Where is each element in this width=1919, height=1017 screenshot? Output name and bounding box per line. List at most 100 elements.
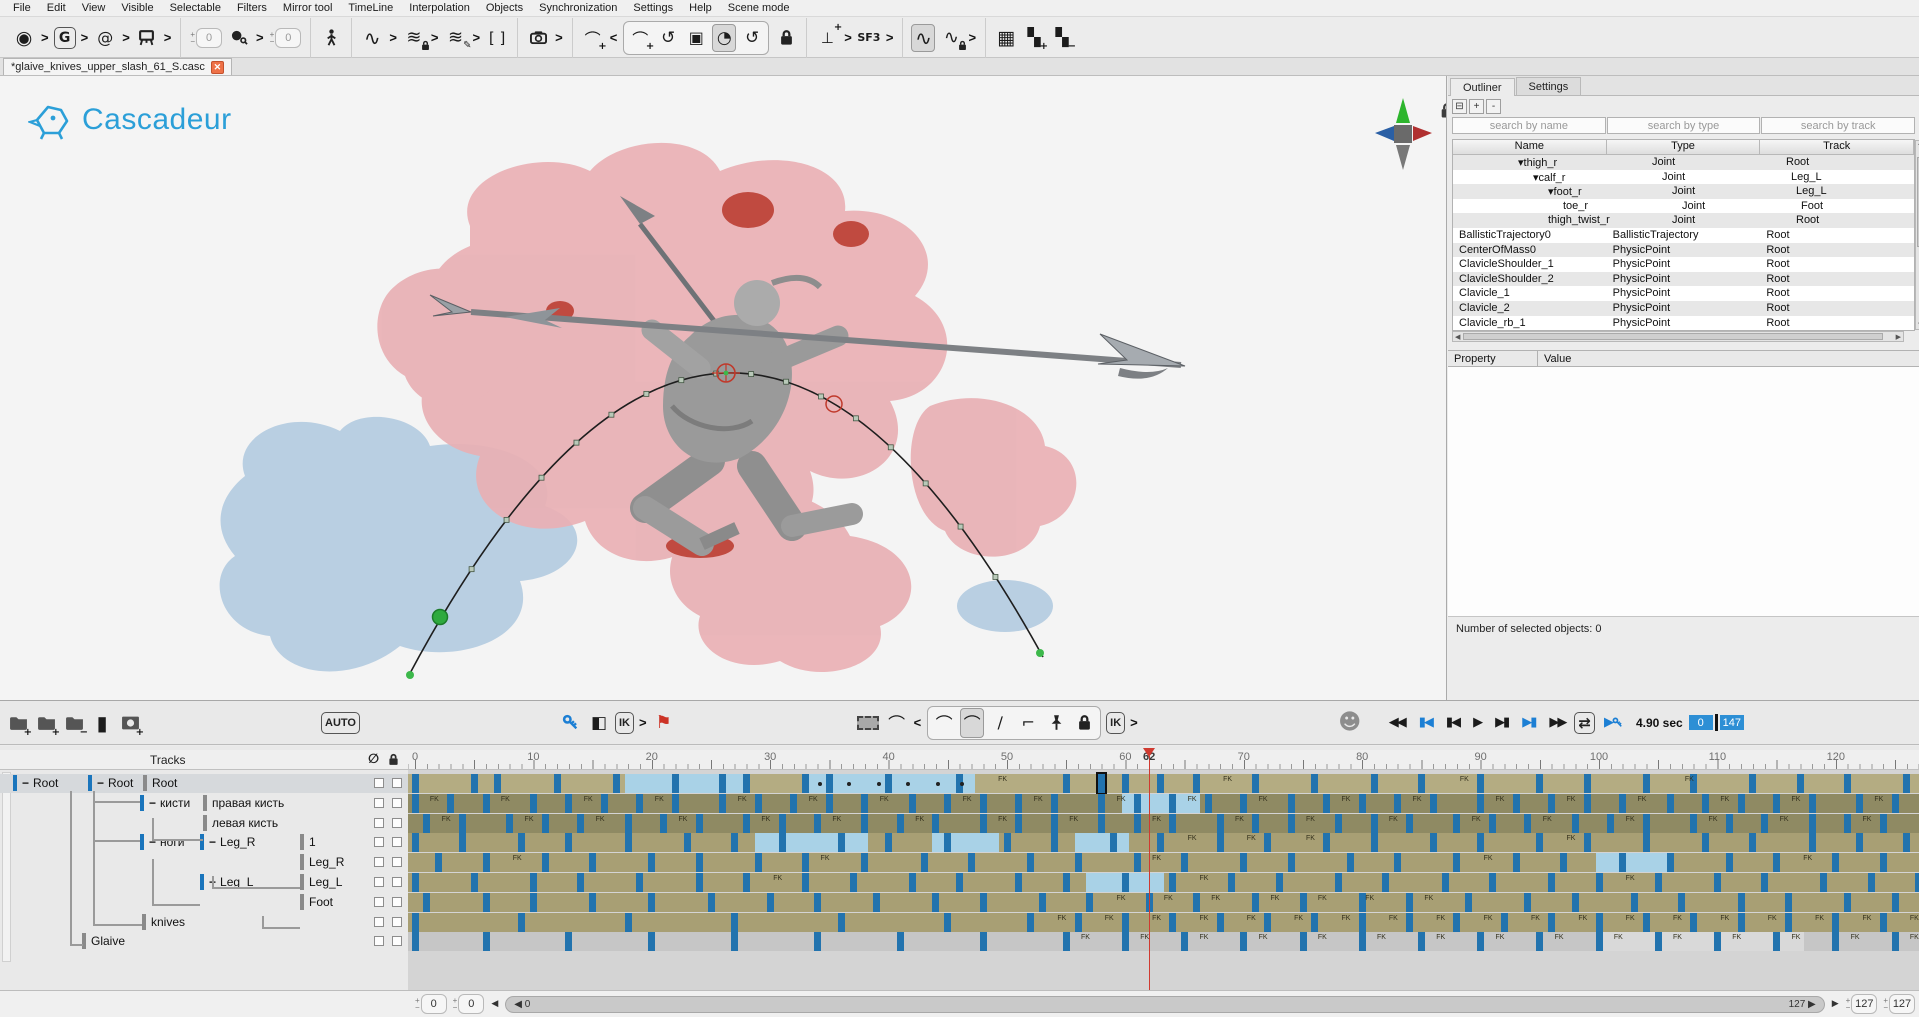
- range-start-counter[interactable]: 0: [1689, 715, 1713, 730]
- keyframe[interactable]: [1548, 873, 1555, 892]
- fast-forward-button[interactable]: ▶▶: [1549, 715, 1565, 730]
- scroll-left-icon[interactable]: ◀: [1455, 333, 1460, 341]
- avatar-icon[interactable]: ☻: [1338, 708, 1362, 738]
- collapse-button[interactable]: -: [1486, 99, 1501, 114]
- keyframe[interactable]: [1524, 893, 1531, 912]
- track-label-кисти[interactable]: −кисти: [140, 795, 198, 811]
- keyframe[interactable]: [636, 873, 643, 892]
- keyframe[interactable]: [1110, 833, 1117, 852]
- keyframe[interactable]: [589, 853, 596, 872]
- keyframe[interactable]: [1832, 853, 1839, 872]
- interp-arc-active-icon[interactable]: ⌒: [960, 708, 984, 738]
- table-row[interactable]: CenterOfMass0PhysicPointRoot: [1453, 243, 1914, 258]
- track-keyframe-row[interactable]: FKFKFKFKFKFKFKFKFKFKFKFKFKFKFKFKFKFKFK: [408, 913, 1919, 932]
- track-label-ноги[interactable]: −ноги: [140, 834, 195, 850]
- keyframe[interactable]: [1063, 932, 1070, 951]
- keyframe[interactable]: [743, 774, 750, 793]
- flag-icon[interactable]: ⚑: [652, 708, 676, 738]
- add-pivot-icon[interactable]: ⊥+: [815, 24, 839, 52]
- keyframe[interactable]: [1169, 873, 1176, 892]
- table-row[interactable]: ▾calf_rJointLeg_L: [1453, 170, 1914, 185]
- keyframe[interactable]: [696, 853, 703, 872]
- track-keyframe-row[interactable]: FKFKFKFK: [408, 774, 1919, 793]
- keyframe[interactable]: [1880, 853, 1887, 872]
- keyframe[interactable]: [1193, 893, 1200, 912]
- table-row[interactable]: ▾thigh_rJointRoot: [1453, 155, 1914, 170]
- trajectory-marker[interactable]: [993, 574, 998, 579]
- keyframe[interactable]: [459, 833, 466, 852]
- chevron-right-icon[interactable]: >: [473, 30, 481, 45]
- lock-checkbox[interactable]: [392, 798, 402, 808]
- trajectories-edit-icon[interactable]: ≋✎: [444, 24, 468, 52]
- chevron-right-icon[interactable]: >: [1130, 715, 1138, 730]
- keyframe[interactable]: [1122, 873, 1129, 892]
- keyframe[interactable]: [1051, 794, 1058, 813]
- search-by-name-input[interactable]: [1452, 117, 1606, 134]
- keyframe[interactable]: [1205, 794, 1212, 813]
- keyframe[interactable]: [518, 833, 525, 852]
- sf3-icon[interactable]: SF3: [857, 24, 881, 52]
- keyframe[interactable]: [1702, 833, 1709, 852]
- keyframe[interactable]: [873, 893, 880, 912]
- viewport-3d[interactable]: Cascadeur: [0, 76, 1447, 700]
- keyframe[interactable]: [1714, 932, 1721, 951]
- collapse-dash[interactable]: −: [97, 776, 104, 790]
- keyframe[interactable]: [944, 913, 951, 932]
- keyframe[interactable]: [1915, 873, 1919, 892]
- spinner-buttons[interactable]: +−: [1846, 997, 1851, 1011]
- track-label-правая-кисть[interactable]: правая кисть: [203, 795, 371, 811]
- interval-block-icon[interactable]: ▮: [90, 708, 114, 738]
- track-tree-row[interactable]: −Leg_LLeg_L: [0, 873, 408, 892]
- keyframe[interactable]: [1773, 853, 1780, 872]
- keyframe[interactable]: [826, 794, 833, 813]
- visibility-checkbox[interactable]: [374, 877, 384, 887]
- column-header-track[interactable]: Track: [1760, 140, 1914, 155]
- interp-pin-icon[interactable]: [1044, 708, 1068, 738]
- keyframe[interactable]: [814, 893, 821, 912]
- keyframe[interactable]: [1892, 893, 1899, 912]
- trajectory-marker[interactable]: [539, 475, 544, 480]
- keyframe[interactable]: [1157, 774, 1164, 793]
- easel-icon[interactable]: [135, 24, 159, 52]
- keyframe[interactable]: [719, 774, 726, 793]
- menu-mirror-tool[interactable]: Mirror tool: [275, 1, 341, 15]
- keyframe[interactable]: [613, 774, 620, 793]
- keyframe[interactable]: [1075, 853, 1082, 872]
- keyframe[interactable]: [1157, 833, 1164, 852]
- menu-help[interactable]: Help: [681, 1, 720, 15]
- keyframe[interactable]: [589, 893, 596, 912]
- add-arc-icon[interactable]: ⌒+: [581, 24, 605, 52]
- spinner-buttons[interactable]: +−: [415, 997, 420, 1011]
- keyframe[interactable]: [1169, 814, 1176, 833]
- chevron-right-icon[interactable]: <: [610, 30, 618, 45]
- interp-bezier-icon[interactable]: ∕: [988, 708, 1012, 738]
- add-arc-icon[interactable]: ⌒+: [628, 24, 652, 52]
- track-tree-row[interactable]: Leg_R: [0, 853, 408, 872]
- search-by-type-input[interactable]: [1607, 117, 1761, 134]
- auto-key-button[interactable]: AUTO: [321, 712, 360, 734]
- range-scroll-right-button[interactable]: ▶: [1828, 999, 1843, 1009]
- keyframe[interactable]: [1809, 794, 1816, 813]
- keyframe[interactable]: [554, 774, 561, 793]
- keyframe[interactable]: [483, 853, 490, 872]
- keyframe[interactable]: [909, 794, 916, 813]
- keyframe[interactable]: [1714, 873, 1721, 892]
- trajectory-marker[interactable]: [923, 481, 928, 486]
- chevron-right-icon[interactable]: >: [122, 30, 130, 45]
- keyframe[interactable]: [956, 873, 963, 892]
- keyframe[interactable]: [1252, 814, 1259, 833]
- keyframe[interactable]: [1477, 932, 1484, 951]
- keyframe[interactable]: [932, 814, 939, 833]
- keyframe[interactable]: [1169, 913, 1176, 932]
- keyframe[interactable]: [1430, 794, 1437, 813]
- keyframe[interactable]: [1738, 794, 1745, 813]
- keyframe[interactable]: [565, 932, 572, 951]
- keyframe[interactable]: [1394, 853, 1401, 872]
- chevron-right-icon[interactable]: >: [41, 30, 49, 45]
- trajectory-marker[interactable]: [958, 524, 963, 529]
- grid-icon[interactable]: ▦: [994, 24, 1018, 52]
- keyframe[interactable]: [1311, 774, 1318, 793]
- keyframe[interactable]: [1453, 814, 1460, 833]
- menu-timeline[interactable]: TimeLine: [340, 1, 401, 15]
- table-row[interactable]: BallisticTrajectory0BallisticTrajectoryR…: [1453, 228, 1914, 243]
